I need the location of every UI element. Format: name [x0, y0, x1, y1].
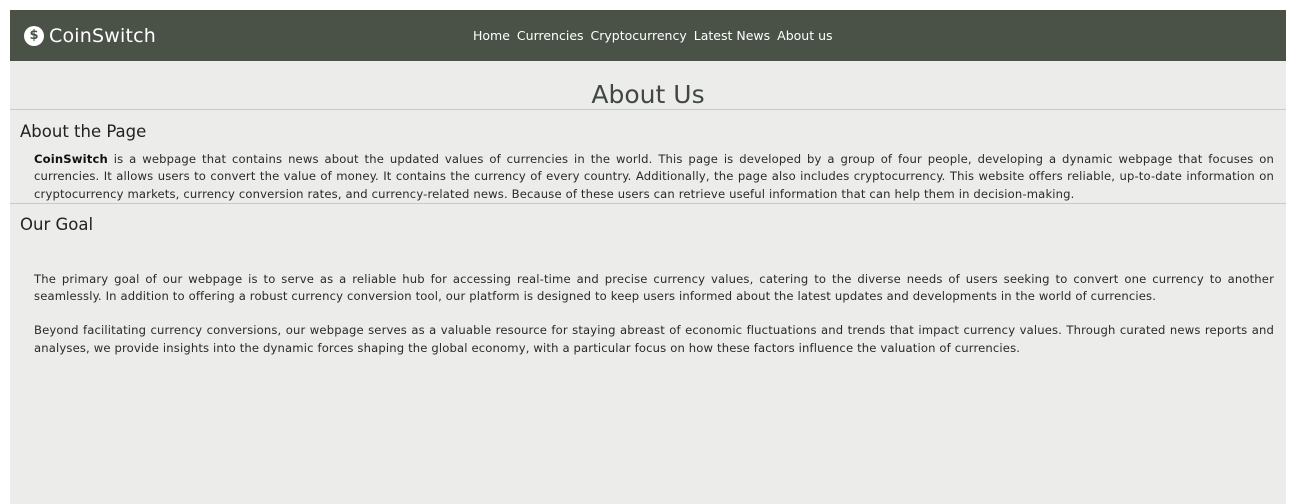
about-page-text: is a webpage that contains news about th… [34, 152, 1274, 201]
brand-logo[interactable]: $ CoinSwitch [24, 10, 156, 61]
brand-bold-text: CoinSwitch [34, 152, 108, 166]
nav-links: Home Currencies Cryptocurrency Latest Ne… [473, 10, 840, 61]
nav-link-cryptocurrency[interactable]: Cryptocurrency [591, 28, 687, 43]
about-page-heading: About the Page [20, 122, 147, 141]
page-frame: $ CoinSwitch Home Currencies Cryptocurre… [10, 10, 1286, 504]
nav-link-latest-news[interactable]: Latest News [694, 28, 770, 43]
our-goal-paragraph-2: Beyond facilitating currency conversions… [34, 323, 1274, 355]
about-page-paragraph: CoinSwitch is a webpage that contains ne… [10, 151, 1286, 203]
nav-link-currencies[interactable]: Currencies [517, 28, 584, 43]
dollar-coin-icon: $ [24, 25, 44, 46]
navbar: $ CoinSwitch Home Currencies Cryptocurre… [10, 10, 1286, 61]
page-title: About Us [591, 80, 705, 109]
nav-link-about-us[interactable]: About us [777, 28, 832, 43]
divider [10, 202, 1286, 204]
our-goal-heading: Our Goal [20, 214, 94, 234]
brand-name: CoinSwitch [49, 24, 157, 47]
divider [10, 109, 1286, 110]
our-goal-paragraph-1: The primary goal of our webpage is to se… [34, 271, 1274, 304]
nav-link-home[interactable]: Home [473, 28, 510, 43]
